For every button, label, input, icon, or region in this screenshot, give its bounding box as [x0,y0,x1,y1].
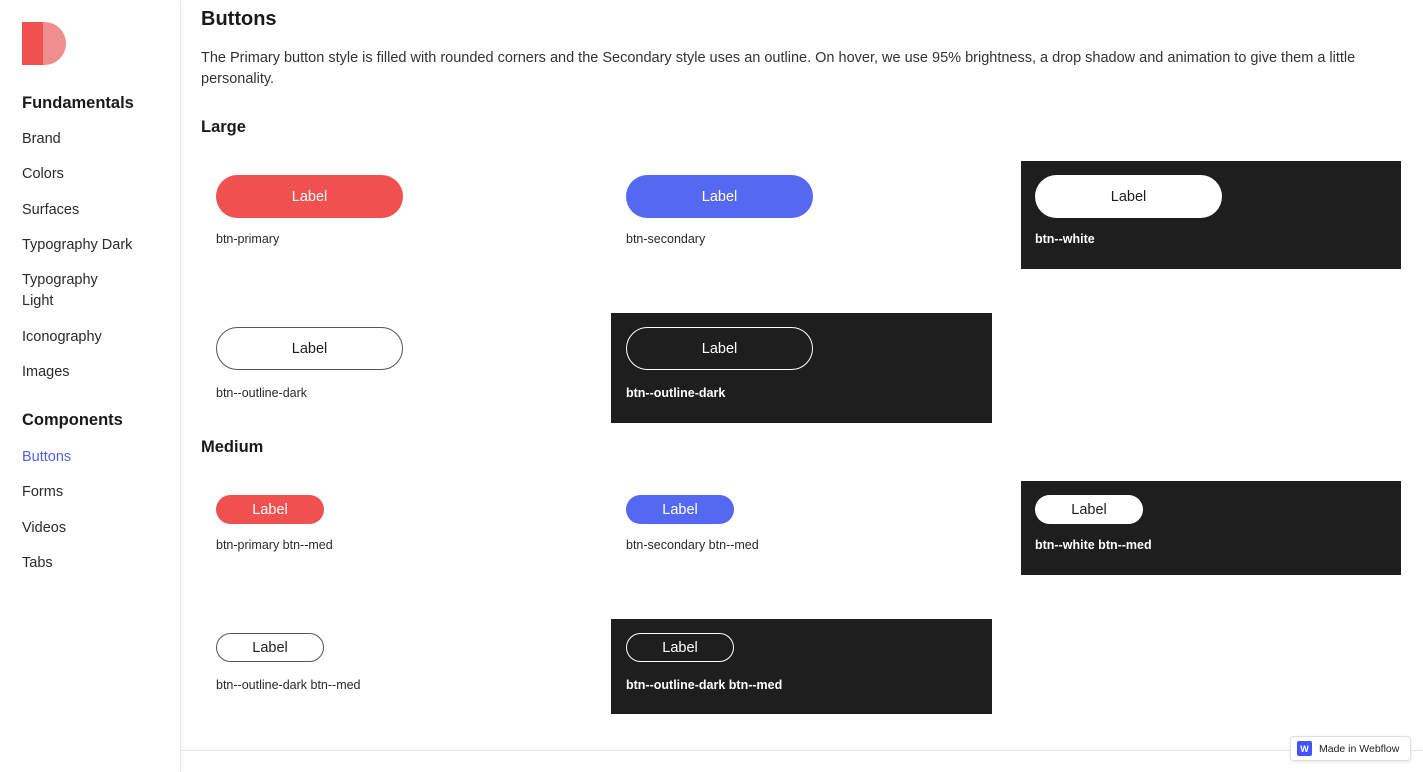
badge-label: Made in Webflow [1319,742,1400,755]
sidebar-item-colors[interactable]: Colors [22,164,64,185]
button-caption: btn-primary btn--med [216,538,333,552]
outline-dark-button-large[interactable]: Label [216,327,403,370]
dark-preview-panel: Label btn--outline-dark btn--med [611,619,992,714]
outline-dark-button-medium[interactable]: Label [216,633,324,662]
sidebar: Fundamentals Brand Colors Surfaces Typog… [0,0,181,772]
footer-divider [181,750,1423,751]
page-description: The Primary button style is filled with … [201,50,1356,87]
primary-button-medium[interactable]: Label [216,495,324,524]
button-caption: btn--white [1035,232,1095,246]
sidebar-item-typography-dark[interactable]: Typography Dark [22,235,132,256]
outline-dark-button-large-on-dark[interactable]: Label [626,327,813,370]
button-caption: btn--outline-dark btn--med [216,678,361,692]
sidebar-item-typography-light[interactable]: Typography Light [22,270,98,312]
outline-dark-button-medium-on-dark[interactable]: Label [626,633,734,662]
button-caption: btn--white btn--med [1035,538,1152,552]
nav-heading-fundamentals: Fundamentals [22,94,134,112]
sidebar-item-images[interactable]: Images [22,362,70,383]
sidebar-item-label: Light [22,293,54,309]
section-title-medium: Medium [201,438,264,456]
dark-preview-panel: Label btn--white [1021,161,1401,269]
sidebar-item-buttons[interactable]: Buttons [22,447,71,468]
button-caption: btn--outline-dark [626,386,726,400]
white-button-medium[interactable]: Label [1035,495,1143,524]
button-caption: btn--outline-dark [216,386,308,400]
sidebar-item-label: Typography [22,272,98,288]
dark-preview-panel: Label btn--outline-dark [611,313,992,423]
sidebar-item-tabs[interactable]: Tabs [22,553,53,574]
button-caption: btn-secondary btn--med [626,538,759,552]
sidebar-item-videos[interactable]: Videos [22,518,66,539]
section-title-large: Large [201,118,246,136]
secondary-button-large[interactable]: Label [626,175,813,218]
made-in-webflow-badge[interactable]: W Made in Webflow [1290,736,1411,761]
button-caption: btn--outline-dark btn--med [626,678,783,692]
button-caption: btn-primary [216,232,280,246]
nav-heading-components: Components [22,411,123,429]
webflow-icon: W [1297,741,1312,756]
secondary-button-medium[interactable]: Label [626,495,734,524]
main-content: Buttons The Primary button style is fill… [181,0,1423,772]
sidebar-item-surfaces[interactable]: Surfaces [22,200,79,221]
button-caption: btn-secondary [626,232,706,246]
primary-button-large[interactable]: Label [216,175,403,218]
brand-logo-icon[interactable] [22,22,66,65]
page-title: Buttons [201,8,277,30]
white-button-large[interactable]: Label [1035,175,1222,218]
dark-preview-panel: Label btn--white btn--med [1021,481,1401,575]
sidebar-item-brand[interactable]: Brand [22,129,61,150]
sidebar-item-forms[interactable]: Forms [22,482,63,503]
sidebar-item-iconography[interactable]: Iconography [22,327,102,348]
